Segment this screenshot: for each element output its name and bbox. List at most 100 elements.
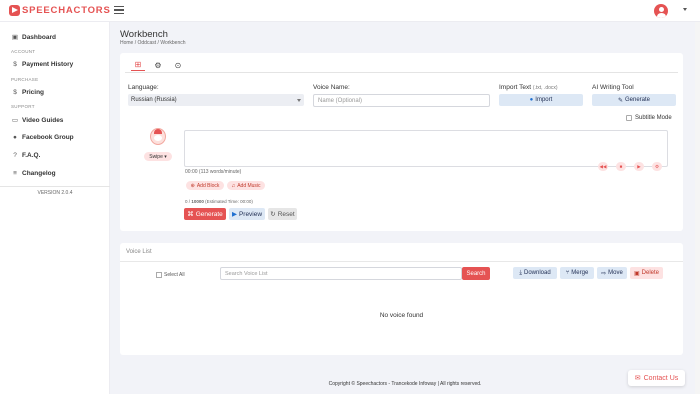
voice-list-title: Voice List (126, 249, 152, 255)
contact-us-button[interactable]: ✉ Contact Us (628, 370, 685, 386)
add-block-label: Add Block (196, 182, 220, 189)
language-select[interactable]: Russian (Russia) (128, 94, 304, 106)
menu-toggle-icon[interactable] (114, 5, 124, 15)
card-divider (120, 261, 683, 262)
generate-icon: ⌘ (187, 211, 194, 218)
breadcrumb-current: Workbench (160, 40, 186, 46)
estimated-time: (Estimated Time: 00:00) (205, 199, 253, 204)
workbench-card: ⊞ ⚙ ⊙ Language: Russian (Russia) Voice N… (120, 53, 683, 231)
reset-label: Reset (277, 210, 295, 218)
move-button[interactable]: ⇨ Move (597, 267, 627, 279)
merge-label: Merge (571, 270, 589, 276)
sidebar: ▣ Dashboard ACCOUNT $ Payment History PU… (0, 22, 110, 394)
generate-button[interactable]: ⌘ Generate (184, 208, 226, 220)
subtitle-mode-checkbox[interactable] (626, 115, 632, 121)
sidebar-item-label: Payment History (22, 61, 74, 68)
import-button[interactable]: ● Import (499, 94, 583, 106)
trash-icon: ▣ (633, 270, 640, 277)
move-label: Move (608, 270, 623, 276)
section-label-purchase: PURCHASE (11, 77, 39, 82)
magic-wand-icon: ✎ (617, 97, 623, 104)
breadcrumb-project[interactable]: Oddcast (138, 40, 157, 46)
voice-list-card: Voice List Select All Search Voice List … (120, 243, 683, 355)
chars-separator: / (188, 199, 191, 204)
move-icon: ⇨ (601, 270, 607, 277)
add-block-button[interactable]: ⊕ Add Block (186, 181, 224, 190)
sidebar-item-label: F.A.Q. (22, 152, 41, 159)
sidebar-item-payment-history[interactable]: $ Payment History (11, 61, 73, 68)
chars-limit: 10000 (191, 199, 204, 204)
stop-icon[interactable]: ■ (616, 162, 626, 171)
add-music-button[interactable]: ♫ Add Music (227, 181, 265, 190)
generate-label: Generate (195, 210, 223, 218)
tab-settings-icon[interactable]: ⚙ (151, 59, 165, 71)
play-icon[interactable]: ▶ (634, 162, 644, 171)
chevron-down-icon[interactable] (683, 8, 687, 11)
breadcrumb-separator: / (157, 40, 159, 46)
voice-avatar (150, 128, 166, 145)
app-logo[interactable]: SPEECHACTORS (9, 5, 111, 16)
breadcrumb-home[interactable]: Home (120, 40, 133, 46)
sidebar-item-facebook-group[interactable]: ● Facebook Group (11, 134, 74, 141)
breadcrumb-separator: / (134, 40, 137, 46)
logo-icon (9, 5, 20, 16)
music-icon: ♫ (231, 182, 236, 189)
text-editor[interactable] (184, 130, 668, 167)
ai-writing-label: AI Writing Tool (592, 84, 634, 91)
sidebar-item-label: Video Guides (22, 116, 64, 124)
settings-icon[interactable]: ⚙ (652, 162, 662, 171)
rewind-icon[interactable]: ◀◀ (598, 162, 608, 171)
question-icon: ? (13, 152, 17, 159)
reset-icon: ↻ (270, 211, 276, 218)
section-label-account: ACCOUNT (11, 49, 36, 54)
ai-generate-label: Generate (625, 97, 651, 103)
subtitle-mode-label: Subtitle Mode (635, 115, 672, 121)
sidebar-item-faq[interactable]: ? F.A.Q. (11, 152, 40, 159)
user-avatar[interactable] (654, 4, 668, 18)
delete-button[interactable]: ▣ Delete (630, 267, 663, 279)
footer-copyright: Copyright © Speechactors - Trancekode In… (328, 381, 482, 387)
import-hint: (.txt, .docx) (532, 85, 558, 91)
sidebar-item-label: Changelog (22, 170, 56, 177)
language-label: Language: (128, 84, 159, 91)
download-label: Download (523, 270, 551, 276)
contact-us-label: Contact Us (643, 374, 679, 382)
sidebar-item-video-guides[interactable]: ▭ Video Guides (11, 116, 64, 125)
download-icon: ⤓ (519, 269, 522, 276)
preview-label: Preview (238, 210, 263, 218)
video-icon: ▭ (11, 117, 19, 124)
download-button[interactable]: ⤓ Download (513, 267, 557, 279)
ai-generate-button[interactable]: ✎ Generate (592, 94, 676, 106)
sidebar-divider (0, 186, 110, 187)
page-scrollbar[interactable] (695, 22, 700, 394)
play-icon: ▶ (231, 211, 237, 218)
preview-button[interactable]: ▶ Preview (229, 208, 265, 220)
sidebar-item-dashboard[interactable]: ▣ Dashboard (11, 33, 56, 42)
version-label: VERSION 2.0.4 (37, 190, 73, 196)
add-music-label: Add Music (237, 182, 261, 189)
character-count: 0 / 10000 (Estimated Time: 00:00) (185, 199, 253, 204)
sidebar-item-changelog[interactable]: ≡ Changelog (11, 170, 56, 177)
page-title: Workbench (120, 29, 168, 40)
voice-name-input[interactable]: Name (Optional) (313, 94, 490, 107)
empty-state-text: No voice found (379, 312, 424, 319)
tab-location-icon[interactable]: ⊙ (171, 59, 185, 71)
merge-button[interactable]: ⑂ Merge (560, 267, 594, 279)
import-label-text: Import Text (499, 84, 532, 91)
sidebar-item-label: Dashboard (22, 33, 56, 41)
reset-button[interactable]: ↻ Reset (268, 208, 297, 220)
swipe-button[interactable]: Swipe ▾ (144, 152, 172, 161)
select-all-checkbox[interactable] (156, 272, 162, 278)
sidebar-item-label: Facebook Group (22, 134, 74, 141)
mail-icon: ✉ (634, 375, 641, 382)
search-button[interactable]: Search (462, 267, 490, 280)
sidebar-item-pricing[interactable]: $ Pricing (11, 89, 44, 96)
dashboard-icon: ▣ (11, 34, 19, 41)
delete-label: Delete (641, 270, 659, 276)
merge-icon: ⑂ (565, 270, 570, 276)
voice-list-search-input[interactable]: Search Voice List (220, 267, 462, 280)
top-bar: SPEECHACTORS (0, 0, 700, 22)
duration-stats: 00:00 (113 words/minute) (185, 169, 242, 175)
tab-grid-icon[interactable]: ⊞ (131, 59, 145, 71)
voice-name-label: Voice Name: (313, 84, 350, 91)
